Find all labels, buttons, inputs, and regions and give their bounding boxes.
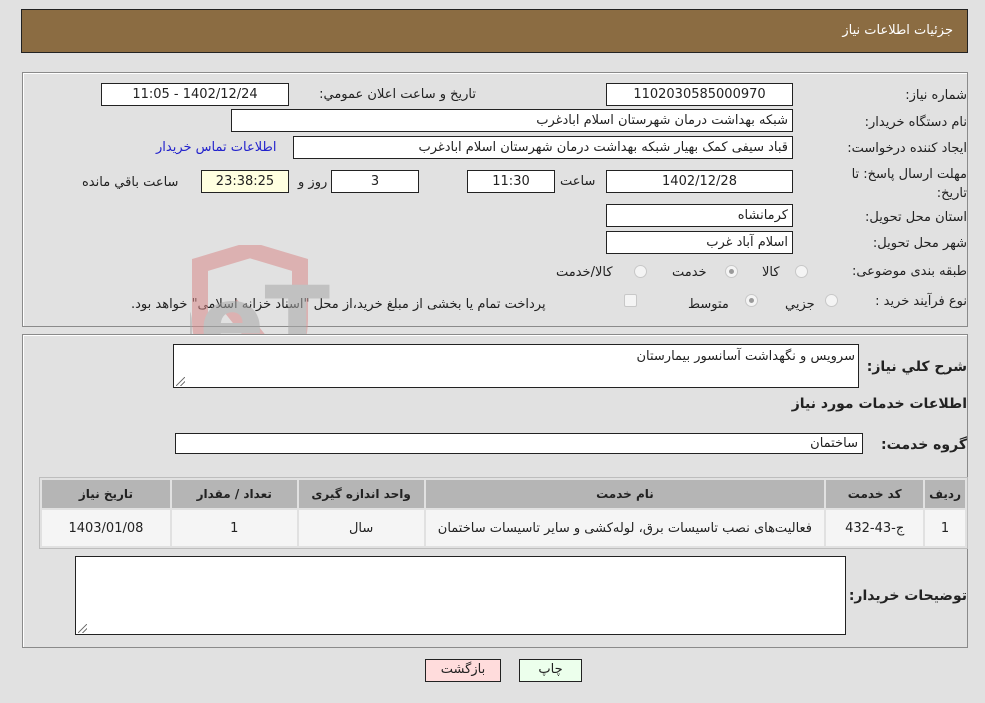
remaining-time-label: ساعت باقي مانده	[82, 175, 179, 190]
col-need-date: تاریخ نیاز	[42, 480, 170, 508]
category-radio-goods-service[interactable]	[634, 265, 647, 278]
announce-datetime-label: تاریخ و ساعت اعلان عمومي:	[319, 87, 476, 102]
buyer-contact-link[interactable]: اطلاعات تماس خریدار	[156, 140, 276, 155]
purchase-type-radio-medium[interactable]	[745, 294, 758, 307]
treasury-note: پرداخت تمام یا بخشی از مبلغ خرید،از محل …	[131, 297, 546, 312]
remaining-time-field: 23:38:25	[201, 170, 289, 193]
buyer-org-field: شبکه بهداشت درمان شهرستان اسلام ابادغرب	[231, 109, 793, 132]
remaining-days-field: 3	[331, 170, 419, 193]
summary-field: سرویس و نگهداشت آسانسور بیمارستان	[173, 344, 859, 388]
purchase-type-minor-label: جزیي	[785, 297, 815, 312]
buyer-notes-label: توضیحات خریدار:	[848, 588, 967, 604]
province-label: استان محل تحویل:	[865, 210, 967, 225]
treasury-checkbox[interactable]	[624, 294, 637, 307]
cell-row-number: 1	[925, 510, 965, 546]
buyer-notes-field[interactable]	[75, 556, 846, 635]
services-section-title: اطلاعات خدمات مورد نیاز	[791, 396, 967, 412]
print-button[interactable]: چاپ	[519, 659, 582, 682]
city-label: شهر محل تحویل:	[872, 236, 967, 251]
page-title: جزئیات اطلاعات نیاز	[842, 23, 953, 38]
announce-datetime-field: 1402/12/24 - 11:05	[101, 83, 289, 106]
cell-need-date: 1403/01/08	[42, 510, 170, 546]
col-service-code: کد خدمت	[826, 480, 924, 508]
buyer-org-label: نام دستگاه خریدار:	[864, 115, 967, 130]
col-row-number: ردیف	[925, 480, 965, 508]
services-table: ردیف کد خدمت نام خدمت واحد اندازه گیری ت…	[39, 477, 968, 549]
summary-text: سرویس و نگهداشت آسانسور بیمارستان	[636, 349, 855, 364]
category-radio-service[interactable]	[725, 265, 738, 278]
resize-grip-icon[interactable]	[176, 377, 185, 386]
col-service-name: نام خدمت	[425, 480, 825, 508]
category-radio-goods[interactable]	[795, 265, 808, 278]
service-group-label: گروه خدمت:	[881, 437, 967, 453]
category-label: طبقه بندی موضوعی:	[851, 264, 967, 279]
deadline-date-field: 1402/12/28	[606, 170, 793, 193]
col-unit: واحد اندازه گیری	[298, 480, 424, 508]
page-header: جزئیات اطلاعات نیاز	[21, 9, 968, 53]
table-header-row: ردیف کد خدمت نام خدمت واحد اندازه گیری ت…	[42, 480, 965, 508]
resize-grip-icon[interactable]	[78, 624, 87, 633]
cell-unit: سال	[298, 510, 424, 546]
summary-label: شرح کلي نیاز:	[866, 359, 967, 375]
deadline-time-label: ساعت	[560, 174, 596, 189]
requester-field: قباد سیفی کمک بهیار شبکه بهداشت درمان شه…	[293, 136, 793, 159]
service-group-field: ساختمان	[175, 433, 863, 454]
cell-service-code: ج-43-432	[826, 510, 924, 546]
purchase-type-radio-minor[interactable]	[825, 294, 838, 307]
category-goods-service-label: کالا/خدمت	[556, 265, 613, 280]
deadline-label: مهلت ارسال پاسخ: تا تاریخ:	[851, 167, 967, 201]
province-field: کرمانشاه	[606, 204, 793, 227]
category-service-label: خدمت	[672, 265, 707, 280]
days-label: روز و	[298, 175, 328, 190]
requester-label: ایجاد کننده درخواست:	[847, 141, 967, 156]
deadline-time-field: 11:30	[467, 170, 555, 193]
purchase-type-label: نوع فرآیند خرید :	[875, 294, 967, 309]
cell-quantity: 1	[171, 510, 297, 546]
city-field: اسلام آباد غرب	[606, 231, 793, 254]
back-button[interactable]: بازگشت	[425, 659, 501, 682]
need-number-field: 1102030585000970	[606, 83, 793, 106]
col-quantity: تعداد / مقدار	[171, 480, 297, 508]
category-goods-label: کالا	[762, 265, 780, 280]
need-number-label: شماره نیاز:	[905, 88, 967, 103]
table-row: 1 ج-43-432 فعالیت‌های نصب تاسیسات برق، ل…	[42, 510, 965, 546]
purchase-type-medium-label: متوسط	[688, 297, 729, 312]
cell-service-name: فعالیت‌های نصب تاسیسات برق، لوله‌کشی و س…	[425, 510, 825, 546]
